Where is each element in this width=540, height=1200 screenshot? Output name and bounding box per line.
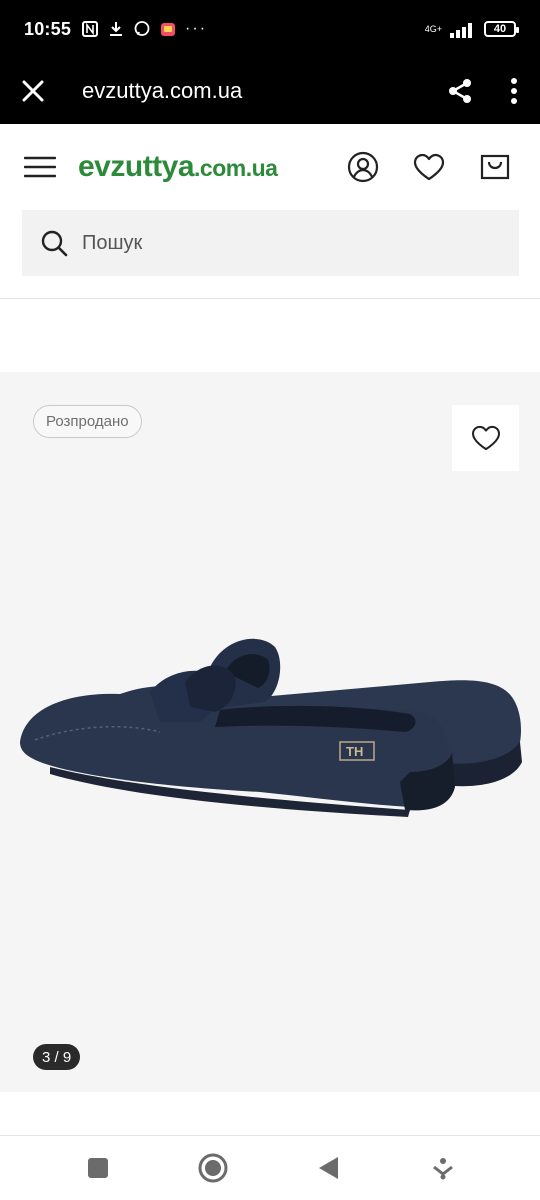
url-text[interactable]: evzuttya.com.ua [82, 78, 242, 104]
search-bar[interactable]: Пошук [22, 210, 519, 276]
header-divider [0, 298, 540, 299]
account-button[interactable] [342, 146, 384, 188]
battery-level: 40 [493, 23, 507, 35]
assistant-icon [432, 1158, 453, 1180]
shop-app-icon [161, 23, 176, 36]
network-type: 4G+ [424, 23, 442, 34]
recents-button[interactable] [78, 1148, 118, 1188]
product-image: TH [20, 638, 522, 817]
back-triangle-icon [318, 1157, 338, 1179]
site-logo[interactable]: evzuttya.com.ua [78, 150, 278, 184]
home-button[interactable] [193, 1148, 233, 1188]
heart-icon [413, 153, 445, 181]
more-options-button[interactable] [488, 58, 540, 124]
browser-toolbar: evzuttya.com.ua [0, 58, 540, 124]
back-button[interactable] [308, 1148, 348, 1188]
account-icon [347, 151, 379, 183]
sold-out-badge: Розпродано [33, 405, 142, 438]
brand-logo-text: TH [346, 744, 363, 759]
status-bar: 10:55 ··· 4G+ 40 [0, 0, 540, 58]
share-button[interactable] [432, 58, 488, 124]
status-time: 10:55 [24, 18, 72, 39]
notification-icons: ··· [81, 20, 207, 38]
share-icon [449, 79, 471, 103]
close-button[interactable] [0, 58, 66, 124]
search-icon [41, 230, 68, 257]
system-nav-bar [0, 1136, 540, 1200]
menu-button[interactable] [24, 147, 64, 187]
assistant-button[interactable] [423, 1148, 463, 1188]
image-counter: 3 / 9 [33, 1044, 81, 1070]
signal-icon [450, 23, 472, 38]
cart-button[interactable] [474, 146, 516, 188]
wishlist-button[interactable] [408, 146, 450, 188]
more-notifications-icon: ··· [185, 20, 208, 37]
bag-icon [480, 154, 510, 180]
home-circle-icon [198, 1153, 227, 1183]
viber-icon [134, 21, 150, 36]
search-input[interactable]: Пошук [82, 232, 142, 255]
heart-icon [471, 425, 500, 451]
logo-main: evzuttya [78, 150, 195, 183]
nfc-icon [82, 21, 99, 37]
more-vertical-icon [511, 78, 517, 104]
logo-tld: .com.ua [194, 155, 278, 181]
menu-icon [24, 156, 56, 178]
add-to-wishlist-button[interactable] [452, 405, 519, 471]
recents-square-icon [87, 1158, 108, 1178]
download-icon [110, 22, 123, 36]
site-header: evzuttya.com.ua [0, 124, 540, 210]
battery-icon: 40 [484, 21, 519, 37]
close-icon [22, 80, 44, 102]
product-gallery[interactable]: Розпродано TH 3 / 9 [0, 372, 540, 1092]
